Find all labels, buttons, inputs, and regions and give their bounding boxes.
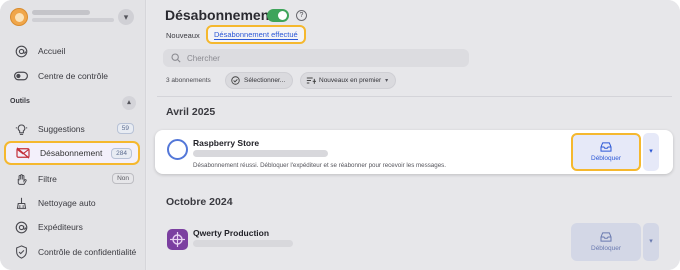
search-input[interactable]: Chercher (163, 49, 469, 67)
account-email-redacted (32, 18, 114, 22)
count-badge: 284 (111, 148, 132, 159)
tab-nouveaux[interactable]: Nouveaux (166, 31, 200, 40)
select-button[interactable]: Sélectionner... (225, 72, 294, 89)
sender-email-redacted (193, 240, 293, 247)
at-sign-icon (14, 44, 28, 58)
sidebar-item-filtre[interactable]: Filtre Non (4, 168, 140, 190)
sender-logo (167, 139, 188, 160)
sort-label: Nouveaux en premier (319, 77, 382, 84)
mail-off-icon (16, 146, 30, 160)
sidebar-item-label: Expéditeurs (38, 222, 83, 232)
sender-name: Raspberry Store (193, 138, 260, 148)
sidebar-item-desabonnement[interactable]: Désabonnement 284 (4, 141, 140, 165)
app-window: ▾ Accueil Centre de contrôle Outils ▴ Su… (0, 0, 680, 270)
subscription-card[interactable]: Qwerty Production Débloquer ▾ (155, 220, 673, 264)
chevron-up-icon[interactable]: ▴ (122, 96, 136, 110)
sidebar-item-accueil[interactable]: Accueil (4, 40, 140, 62)
chevron-down-icon[interactable]: ▾ (118, 9, 134, 25)
month-heading: Octobre 2024 (166, 196, 233, 208)
chevron-down-icon[interactable]: ▾ (643, 223, 659, 261)
sender-name: Qwerty Production (193, 228, 270, 238)
status-badge: Non (112, 173, 134, 184)
count-badge: 59 (116, 123, 134, 134)
subscription-card[interactable]: Raspberry Store Désabonnement réussi. Dé… (155, 130, 673, 174)
broom-icon (14, 196, 28, 210)
sidebar-item-label: Accueil (38, 46, 66, 56)
hand-icon (14, 172, 28, 186)
sort-dropdown[interactable]: Nouveaux en premier ▾ (300, 72, 397, 89)
check-circle-icon (231, 76, 240, 85)
chevron-down-icon[interactable]: ▾ (643, 133, 659, 171)
sidebar-item-suggestions[interactable]: Suggestions 59 (4, 118, 140, 140)
at-sign-icon (14, 220, 28, 234)
subscription-count: 3 abonnements (166, 77, 211, 84)
unlock-label: Débloquer (591, 155, 621, 162)
tab-label: Désabonnement effectué (214, 30, 298, 40)
search-placeholder: Chercher (187, 53, 220, 63)
avatar (10, 8, 28, 26)
sidebar: ▾ Accueil Centre de contrôle Outils ▴ Su… (0, 0, 146, 270)
unlock-control: Débloquer ▾ (571, 223, 659, 261)
account-name-redacted (32, 10, 90, 15)
sidebar-item-label: Centre de contrôle (38, 71, 108, 81)
sidebar-item-label: Désabonnement (40, 148, 103, 158)
sender-email-redacted (193, 150, 328, 157)
sidebar-item-centre-controle[interactable]: Centre de contrôle (4, 65, 140, 87)
select-label: Sélectionner... (244, 77, 286, 84)
sidebar-item-label: Contrôle de confidentialité (38, 247, 137, 257)
sidebar-item-expediteurs[interactable]: Expéditeurs (4, 216, 140, 238)
section-label: Outils (10, 98, 30, 105)
sidebar-item-label: Filtre (38, 174, 57, 184)
sidebar-item-confidentialite[interactable]: Contrôle de confidentialité (4, 241, 140, 263)
help-icon[interactable]: ? (296, 10, 307, 21)
shield-check-icon (14, 245, 28, 259)
sidebar-item-label: Nettoyage auto (38, 198, 96, 208)
divider (157, 96, 672, 97)
unlock-label: Débloquer (591, 245, 621, 252)
sidebar-item-label: Suggestions (38, 124, 85, 134)
unlock-button[interactable]: Débloquer (571, 223, 641, 261)
tab-desabonnement-effectue[interactable]: Désabonnement effectué (206, 25, 306, 44)
account-switcher[interactable]: ▾ (10, 8, 136, 26)
lightbulb-icon (14, 122, 28, 136)
sort-icon (306, 76, 316, 85)
unlock-button[interactable]: Débloquer (571, 133, 641, 171)
inbox-unblock-icon (600, 142, 612, 152)
month-heading: Avril 2025 (166, 106, 216, 118)
sidebar-item-nettoyage[interactable]: Nettoyage auto (4, 192, 140, 214)
unlock-control: Débloquer ▾ (571, 133, 659, 171)
page-title: Désabonnement (165, 7, 274, 23)
toggle-icon (14, 69, 28, 83)
chevron-down-icon: ▾ (385, 78, 389, 84)
sender-logo (167, 229, 188, 250)
sidebar-section-tools: Outils ▴ (10, 96, 136, 110)
main-content: Désabonnement ? Nouveaux Désabonnement e… (147, 0, 680, 270)
inbox-unblock-icon (600, 232, 612, 242)
feature-toggle[interactable] (267, 9, 289, 22)
search-icon (171, 53, 181, 63)
status-message: Désabonnement réussi. Débloquer l'expédi… (193, 162, 446, 169)
